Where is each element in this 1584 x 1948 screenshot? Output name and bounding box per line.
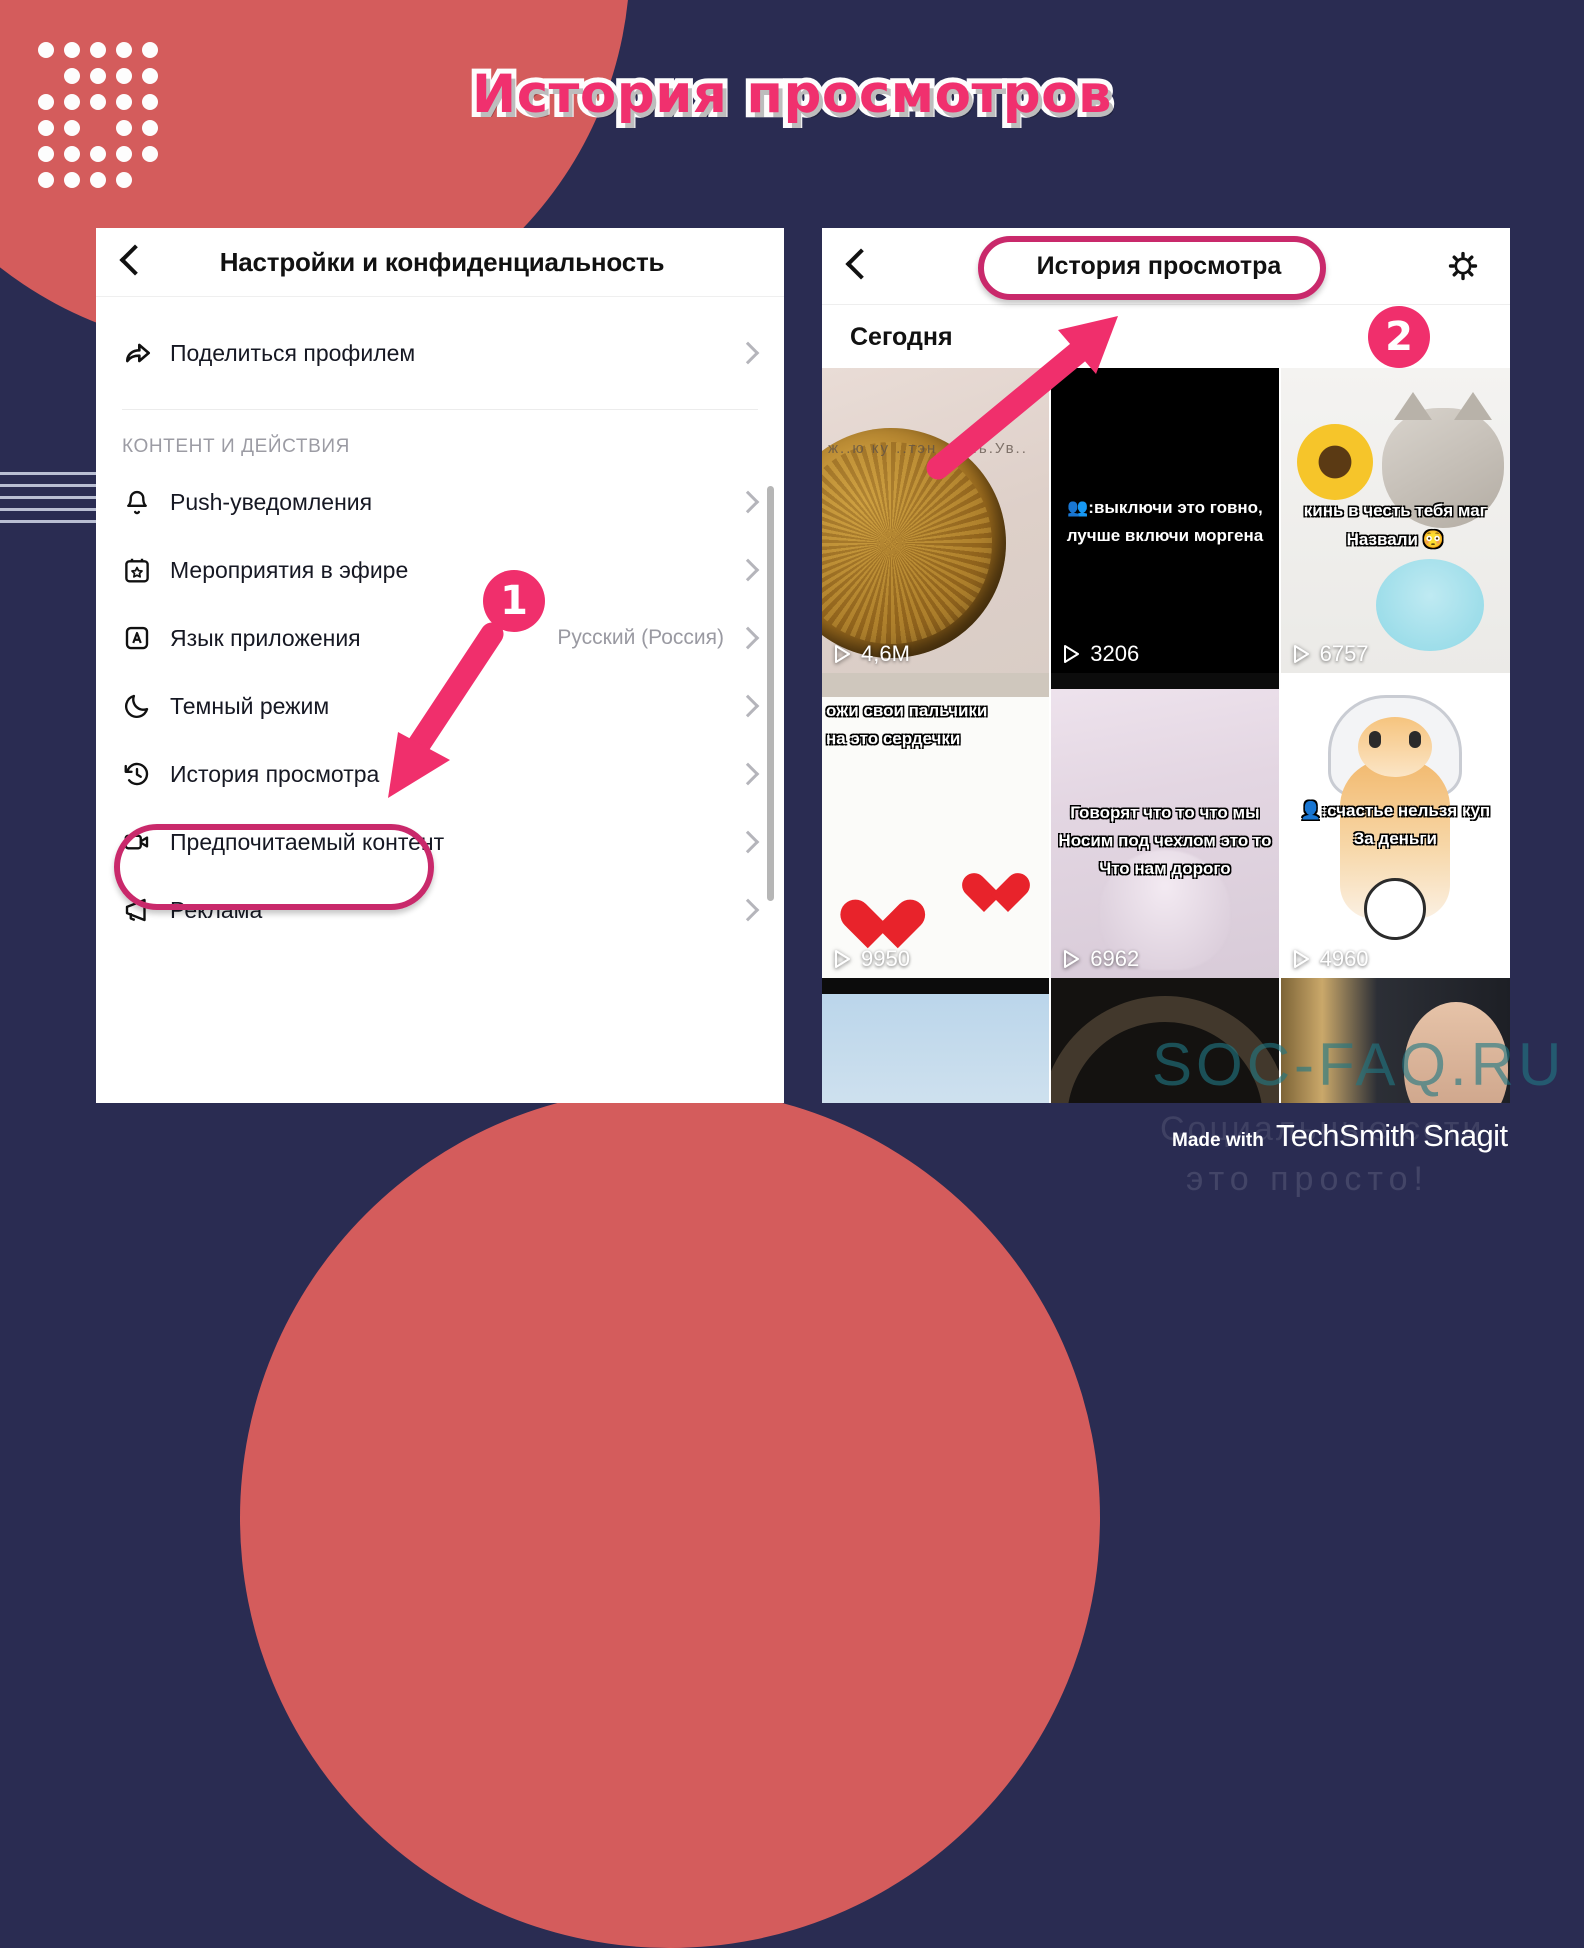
video-caption-3: Что нам дорого bbox=[1099, 859, 1231, 878]
language-a-icon bbox=[122, 623, 170, 653]
play-icon bbox=[835, 950, 850, 968]
play-icon bbox=[1293, 950, 1309, 968]
video-caption-2: лучше включи моргена bbox=[1066, 526, 1264, 545]
settings-row-live-events[interactable]: Мероприятия в эфире bbox=[96, 536, 784, 604]
video-thumbnail[interactable]: Говорят что то что мы Носим под чехлом э… bbox=[1051, 673, 1281, 978]
play-icon bbox=[1293, 645, 1309, 663]
bell-icon bbox=[122, 487, 170, 517]
settings-header: Настройки и конфиденциальность bbox=[96, 228, 784, 297]
blob-graphic bbox=[1375, 559, 1484, 651]
thumbnail-top-band bbox=[822, 673, 1050, 697]
video-view-count: 3206 bbox=[1090, 641, 1140, 666]
clock-history-icon bbox=[122, 759, 170, 789]
video-view-count-group: 6757 bbox=[1291, 641, 1369, 667]
video-view-count-group: 4,6M bbox=[832, 641, 910, 667]
video-caption: ожи свои пальчики bbox=[826, 701, 988, 720]
settings-row-label: Push-уведомления bbox=[170, 488, 373, 515]
annotation-arrow-1 bbox=[388, 622, 504, 798]
highlight-history-title bbox=[978, 236, 1326, 300]
video-view-count: 9950 bbox=[861, 946, 910, 971]
video-view-count-group: 9950 bbox=[832, 946, 910, 972]
sky-graphic bbox=[822, 978, 1050, 1103]
video-view-count-group: 4960 bbox=[1291, 946, 1369, 972]
play-icon bbox=[835, 645, 850, 663]
thumbnail-top-band bbox=[822, 978, 1050, 994]
video-caption: кинь в честь тебя маг bbox=[1303, 501, 1487, 520]
video-view-count-group: 3206 bbox=[1061, 641, 1139, 667]
video-caption-2: на это сердечки bbox=[826, 729, 961, 748]
sunflower-graphic bbox=[1283, 411, 1386, 513]
share-arrow-icon bbox=[122, 337, 170, 369]
heart-icon bbox=[962, 874, 1008, 916]
play-icon bbox=[1064, 645, 1080, 663]
play-icon bbox=[1064, 950, 1080, 968]
chevron-right-icon bbox=[736, 341, 760, 365]
annotation-arrow-2 bbox=[926, 316, 1118, 480]
thumbnail-top-band bbox=[1051, 673, 1279, 689]
watermark-tagline-2: это просто! bbox=[1186, 1160, 1429, 1198]
chevron-right-icon bbox=[736, 558, 760, 582]
gear-icon[interactable] bbox=[1446, 249, 1480, 283]
cat-badge-graphic bbox=[1364, 878, 1427, 940]
video-view-count: 4960 bbox=[1319, 946, 1369, 971]
page-title: История просмотров bbox=[467, 59, 1117, 130]
cat-eye-graphic bbox=[1368, 731, 1381, 748]
settings-row-label: Поделиться профилем bbox=[170, 339, 416, 366]
decorative-circle-bottom bbox=[240, 1088, 1100, 1948]
moon-icon bbox=[122, 691, 170, 721]
chevron-right-icon bbox=[736, 898, 760, 922]
settings-row-value: Русский (Россия) bbox=[557, 626, 724, 649]
video-view-count-group: 6962 bbox=[1061, 946, 1139, 972]
back-icon[interactable] bbox=[119, 243, 151, 276]
chevron-right-icon bbox=[736, 694, 760, 718]
video-thumbnail[interactable] bbox=[822, 978, 1052, 1103]
row-spacer bbox=[96, 387, 784, 409]
video-thumbnail[interactable]: кинь в честь тебя маг Назвали 😳 6757 bbox=[1280, 368, 1510, 673]
chevron-right-icon bbox=[736, 830, 760, 854]
settings-row-share-profile[interactable]: Поделиться профилем bbox=[96, 319, 784, 387]
group-title-content-and-actions: КОНТЕНТ И ДЕЙСТВИЯ bbox=[122, 436, 350, 457]
video-caption: 👥:выключи это говно, bbox=[1067, 498, 1263, 517]
highlight-watch-history bbox=[114, 824, 434, 910]
snagit-watermark: Made with TechSmith Snagit bbox=[1172, 1118, 1508, 1154]
video-view-count: 6962 bbox=[1090, 946, 1140, 971]
settings-row-push-notifications[interactable]: Push-уведомления bbox=[96, 468, 784, 536]
video-caption: Говорят что то что мы bbox=[1070, 803, 1260, 822]
vertical-scrollbar[interactable] bbox=[767, 486, 774, 901]
snagit-product-name: TechSmith Snagit bbox=[1275, 1118, 1508, 1153]
cat-eye-graphic bbox=[1408, 731, 1421, 748]
video-view-count: 6757 bbox=[1319, 641, 1369, 666]
video-caption-2: Носим под чехлом это то bbox=[1058, 831, 1272, 850]
chevron-right-icon bbox=[736, 490, 760, 514]
cat-face-graphic bbox=[1358, 717, 1433, 777]
settings-header-title: Настройки и конфиденциальность bbox=[219, 246, 665, 277]
step-badge-2: 2 bbox=[1368, 306, 1430, 368]
video-view-count: 4,6M bbox=[861, 641, 910, 666]
video-thumbnail[interactable]: 👤:счастье нельзя куп За деньги 4960 bbox=[1280, 673, 1510, 978]
settings-row-label: Мероприятия в эфире bbox=[170, 556, 409, 583]
video-caption-2: Назвали 😳 bbox=[1346, 530, 1444, 549]
chevron-right-icon bbox=[736, 626, 760, 650]
video-thumbnail[interactable]: ожи свои пальчики на это сердечки 9950 bbox=[822, 673, 1052, 978]
chevron-right-icon bbox=[736, 762, 760, 786]
header-spacer bbox=[96, 297, 784, 319]
calendar-star-icon bbox=[122, 555, 170, 585]
back-icon[interactable] bbox=[845, 247, 877, 280]
watermark-site: SOC-FAQ.RU bbox=[1152, 1031, 1566, 1098]
video-caption: 👤:счастье нельзя куп bbox=[1300, 801, 1491, 820]
video-caption-2: За деньги bbox=[1353, 829, 1437, 848]
decorative-edge-lines bbox=[0, 472, 96, 534]
made-with-label: Made with bbox=[1172, 1130, 1264, 1151]
